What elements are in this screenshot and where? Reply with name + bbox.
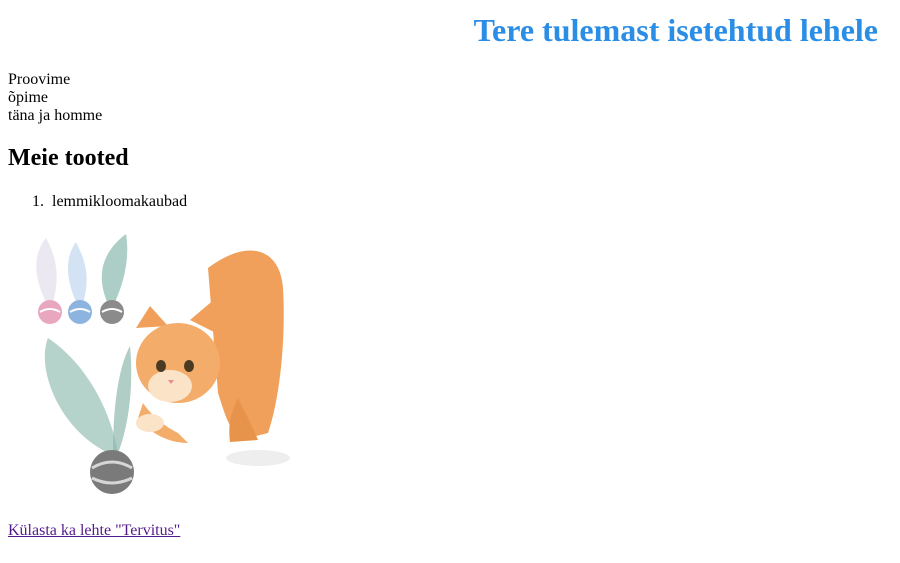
feather-ball-blue-icon: [67, 242, 92, 324]
list-item-number: 1.: [32, 193, 44, 210]
intro-line: täna ja homme: [8, 107, 103, 124]
page-title: Tere tulemast isetehtud lehele: [473, 12, 878, 48]
large-feather-ball-icon: [44, 338, 134, 494]
feather-ball-pink-icon: [36, 238, 62, 324]
intro-line: Proovime: [8, 71, 71, 88]
product-list: 1. lemmikloomakaubad: [8, 193, 187, 211]
cat-with-feather-ball-toys-image: [36, 234, 290, 494]
intro-text: Proovime õpime täna ja homme: [8, 71, 102, 125]
visit-tervitus-link[interactable]: Külasta ka lehte "Tervitus": [8, 522, 180, 540]
products-heading: Meie tooted: [8, 145, 129, 171]
list-item: 1. lemmikloomakaubad: [8, 193, 187, 211]
list-item-label: lemmikloomakaubad: [52, 193, 188, 210]
intro-line: õpime: [8, 89, 48, 106]
kitten-icon: [136, 250, 290, 466]
feather-ball-grey-icon: [100, 234, 128, 324]
